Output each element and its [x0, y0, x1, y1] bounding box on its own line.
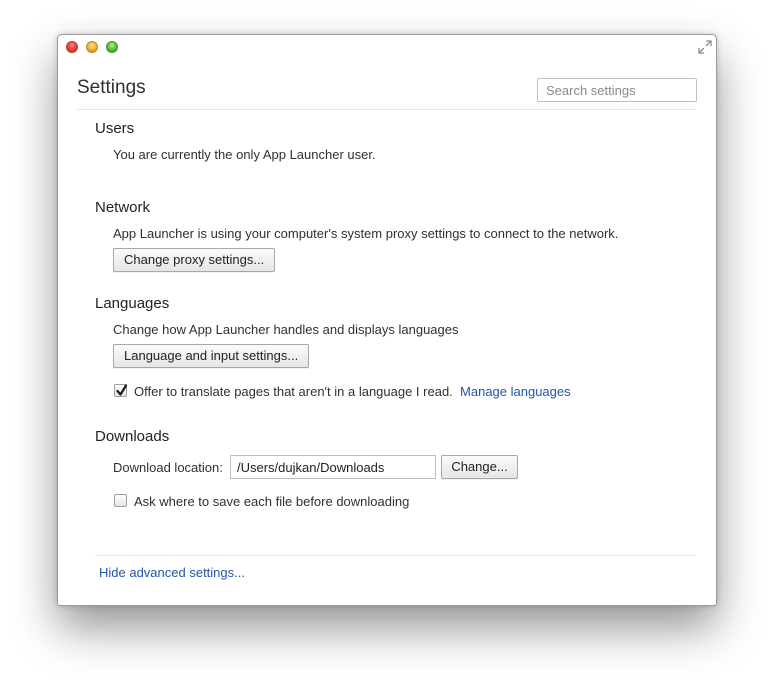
- page-title: Settings: [77, 77, 146, 98]
- translate-label[interactable]: Offer to translate pages that aren't in …: [134, 384, 453, 399]
- header-divider: [77, 109, 696, 110]
- minimize-button[interactable]: [86, 41, 98, 53]
- language-input-settings-button[interactable]: Language and input settings...: [113, 344, 310, 368]
- download-location-field[interactable]: [230, 455, 436, 479]
- checkmark-icon: [116, 384, 127, 396]
- change-download-location-button[interactable]: Change...: [441, 455, 518, 479]
- hide-advanced-settings-link[interactable]: Hide advanced settings...: [99, 565, 245, 580]
- settings-window: Settings Users You are currently the onl…: [57, 34, 717, 606]
- users-description: You are currently the only App Launcher …: [113, 147, 376, 162]
- close-button[interactable]: [66, 41, 78, 53]
- ask-save-location-checkbox[interactable]: [114, 494, 127, 507]
- languages-description: Change how App Launcher handles and disp…: [113, 322, 459, 337]
- change-proxy-settings-button[interactable]: Change proxy settings...: [113, 248, 276, 272]
- languages-section-title: Languages: [95, 295, 170, 312]
- translate-option: Offer to translate pages that aren't in …: [134, 384, 571, 399]
- ask-save-location-label[interactable]: Ask where to save each file before downl…: [134, 494, 409, 509]
- manage-languages-link[interactable]: Manage languages: [460, 384, 571, 399]
- download-location-label: Download location:: [113, 460, 223, 475]
- zoom-button[interactable]: [106, 41, 118, 53]
- search-input[interactable]: [537, 78, 697, 102]
- expand-arrows-icon[interactable]: [698, 40, 712, 54]
- network-description: App Launcher is using your computer's sy…: [113, 226, 619, 241]
- footer-divider: [95, 555, 696, 556]
- translate-checkbox[interactable]: [114, 384, 127, 397]
- downloads-section-title: Downloads: [95, 428, 170, 445]
- users-section-title: Users: [95, 120, 135, 137]
- network-section-title: Network: [95, 199, 151, 216]
